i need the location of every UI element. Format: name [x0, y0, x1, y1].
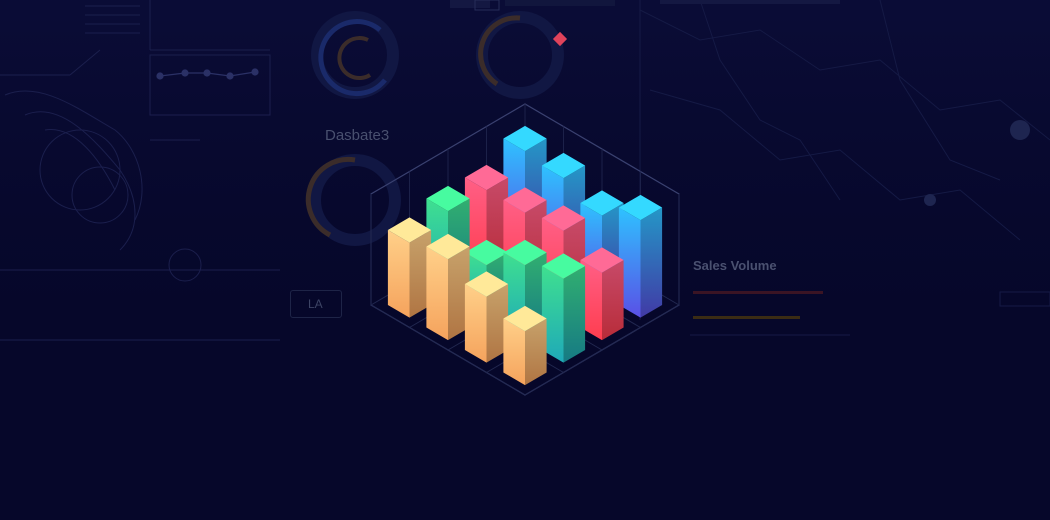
bar — [426, 233, 470, 341]
bar-face-right — [640, 207, 663, 318]
bar-face-left — [426, 246, 448, 341]
bar — [464, 271, 509, 363]
bar-face-left — [464, 284, 487, 363]
bar — [387, 217, 432, 318]
bar — [580, 247, 624, 341]
bar — [503, 305, 547, 386]
isometric-bar-chart — [370, 103, 680, 396]
bar-face-right — [602, 260, 624, 341]
bar-face-right — [563, 266, 586, 363]
bar — [541, 253, 586, 363]
bar-face-left — [387, 230, 410, 318]
chart-bars — [387, 125, 663, 386]
bar — [618, 194, 663, 318]
